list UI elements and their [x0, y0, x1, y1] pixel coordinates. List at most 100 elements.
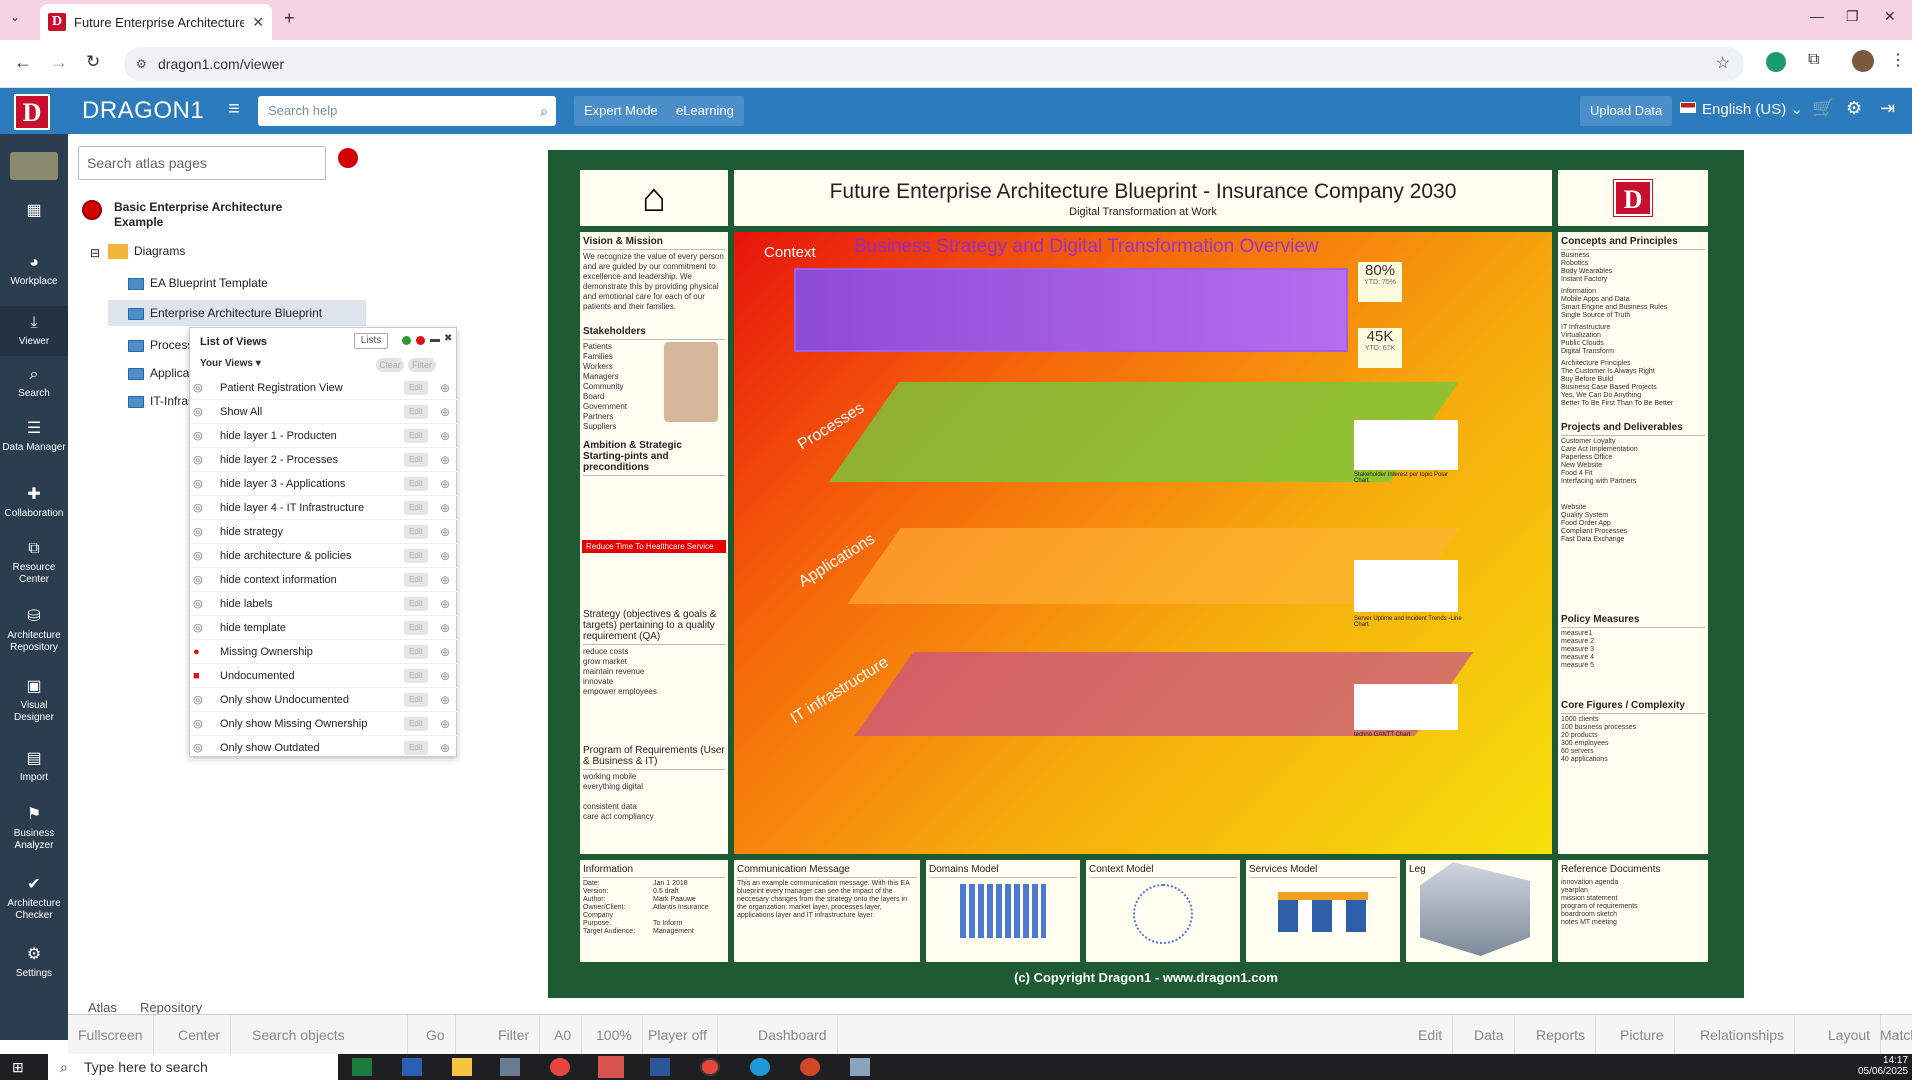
paper-size-a0-button[interactable]: A0: [544, 1015, 583, 1055]
kpi-card-2[interactable]: 45K YTD: 67K: [1358, 328, 1402, 368]
services-model-cell[interactable]: Services Model: [1246, 860, 1400, 962]
close-window-icon[interactable]: ✕: [1884, 8, 1896, 25]
language-select[interactable]: English (US) ⌄: [1702, 100, 1803, 118]
polar-chart[interactable]: [1354, 420, 1458, 470]
browser-menu-icon[interactable]: ⋮: [1890, 50, 1906, 70]
sidebar-item-viewer[interactable]: ⤓ Viewer: [0, 306, 68, 356]
view-row[interactable]: ◎ hide architecture & policies Edit ⊕: [190, 544, 458, 568]
atlas-search-input[interactable]: Search atlas pages: [78, 146, 326, 180]
view-row[interactable]: ◎ hide context information Edit ⊕: [190, 568, 458, 592]
view-label[interactable]: Undocumented: [220, 664, 295, 688]
legend-cell[interactable]: Leg: [1406, 860, 1552, 962]
edit-view-button[interactable]: Edit: [404, 501, 428, 515]
sidebar-item-workplace[interactable]: ▦: [0, 202, 68, 224]
view-label[interactable]: Only show Outdated: [220, 736, 320, 760]
add-view-icon[interactable]: ⊕: [440, 640, 450, 664]
close-panel-icon[interactable]: ✖: [444, 333, 452, 344]
add-view-icon[interactable]: ⊕: [440, 688, 450, 712]
line-chart[interactable]: [1354, 560, 1458, 612]
add-view-icon[interactable]: ⊕: [440, 568, 450, 592]
view-row[interactable]: ◎ Only show Outdated Edit ⊕: [190, 736, 458, 760]
fullscreen-button[interactable]: Fullscreen: [68, 1015, 154, 1055]
center-button[interactable]: Center: [168, 1015, 232, 1055]
chrome-icon[interactable]: [550, 1058, 570, 1076]
clock[interactable]: 14:17 05/06/2025: [1858, 1055, 1908, 1077]
edit-view-button[interactable]: Edit: [404, 453, 428, 467]
edit-view-button[interactable]: Edit: [404, 621, 428, 635]
domains-model-cell[interactable]: Domains Model: [926, 860, 1080, 962]
add-view-icon[interactable]: ⊕: [440, 472, 450, 496]
clear-button[interactable]: Clear: [376, 358, 404, 372]
dashboard-button[interactable]: Dashboard: [748, 1015, 838, 1055]
eye-hidden-icon[interactable]: ◎: [193, 400, 203, 424]
view-row[interactable]: ◎ hide labels Edit ⊕: [190, 592, 458, 616]
view-row[interactable]: ■ Undocumented Edit ⊕: [190, 664, 458, 688]
hamburger-menu-icon[interactable]: ≡: [228, 98, 240, 121]
sidebar-item-data-manager[interactable]: ☰ Data Manager: [0, 420, 68, 454]
view-label[interactable]: hide layer 3 - Applications: [220, 472, 345, 496]
player-off-button[interactable]: Player off: [638, 1015, 718, 1055]
eye-hidden-icon[interactable]: ◎: [193, 424, 203, 448]
word-icon[interactable]: [650, 1058, 670, 1076]
view-label[interactable]: hide template: [220, 616, 286, 640]
folder-diagrams[interactable]: Diagrams: [108, 244, 185, 260]
eye-hidden-icon[interactable]: ◎: [193, 592, 203, 616]
add-view-icon[interactable]: ⊕: [440, 544, 450, 568]
help-search-input[interactable]: Search help ⌕: [258, 96, 556, 126]
view-label[interactable]: Missing Ownership: [220, 640, 313, 664]
minimize-panel-icon[interactable]: ▬: [430, 334, 440, 345]
file-explorer-icon[interactable]: [452, 1058, 472, 1076]
relationships-button[interactable]: Relationships: [1690, 1015, 1796, 1055]
add-view-icon[interactable]: ⊕: [440, 712, 450, 736]
edit-view-button[interactable]: Edit: [404, 645, 428, 659]
view-row[interactable]: ◎ hide layer 1 - Producten Edit ⊕: [190, 424, 458, 448]
sidebar-item-resource-center[interactable]: ⧉ Resource Center: [0, 540, 68, 586]
app-icon[interactable]: [402, 1058, 422, 1076]
data-button[interactable]: Data: [1464, 1015, 1515, 1055]
forward-icon[interactable]: →: [50, 52, 68, 73]
view-label[interactable]: hide layer 4 - IT Infrastructure: [220, 496, 364, 520]
eye-hidden-icon[interactable]: ◎: [193, 544, 203, 568]
edit-view-button[interactable]: Edit: [404, 693, 428, 707]
add-view-icon[interactable]: ⊕: [440, 616, 450, 640]
sidebar-item-business-analyzer[interactable]: ⚑ Business Analyzer: [0, 806, 68, 852]
view-label[interactable]: hide strategy: [220, 520, 283, 544]
reload-icon[interactable]: ↻: [86, 52, 100, 72]
edit-view-button[interactable]: Edit: [404, 741, 428, 755]
view-row[interactable]: ◎ hide template Edit ⊕: [190, 616, 458, 640]
edit-view-button[interactable]: Edit: [404, 717, 428, 731]
eye-hidden-icon[interactable]: ◎: [193, 568, 203, 592]
edit-view-button[interactable]: Edit: [404, 381, 428, 395]
extensions-puzzle-icon[interactable]: ⧉: [1808, 51, 1819, 69]
view-label[interactable]: Only show Undocumented: [220, 688, 349, 712]
add-view-icon[interactable]: ⊕: [440, 736, 450, 760]
close-tab-icon[interactable]: ✕: [252, 14, 264, 31]
site-info-icon[interactable]: ⚙: [136, 47, 147, 81]
eye-hidden-icon[interactable]: ◎: [193, 736, 203, 760]
app-icon[interactable]: [850, 1058, 870, 1076]
ambition-bar[interactable]: Reduce Time To Healthcare Service: [582, 540, 726, 553]
eye-hidden-icon[interactable]: ◎: [193, 376, 203, 400]
tab-atlas[interactable]: Atlas: [88, 1000, 117, 1015]
zoom-level[interactable]: 100%: [586, 1015, 643, 1055]
view-label[interactable]: hide layer 2 - Processes: [220, 448, 338, 472]
lists-button[interactable]: Lists: [354, 333, 388, 349]
edit-view-button[interactable]: Edit: [404, 429, 428, 443]
home-icon[interactable]: ⌂: [580, 170, 728, 226]
tree-item-process[interactable]: Process: [128, 338, 193, 352]
add-view-icon[interactable]: ⊕: [440, 496, 450, 520]
chrome-active-icon[interactable]: [700, 1058, 720, 1076]
brand-name[interactable]: DRAGON1: [82, 97, 204, 125]
view-row[interactable]: ● Missing Ownership Edit ⊕: [190, 640, 458, 664]
sidebar-item-import[interactable]: ▤ Import: [0, 750, 68, 784]
context-diagram[interactable]: Context Business Strategy and Digital Tr…: [734, 232, 1552, 854]
market-layer[interactable]: [794, 268, 1348, 352]
blueprint-board[interactable]: ⌂ Future Enterprise Architecture Bluepri…: [548, 150, 1744, 998]
view-label[interactable]: Patient Registration View: [220, 376, 343, 400]
sidebar-item-workplace-label[interactable]: ◕ Workplace: [0, 254, 68, 288]
go-button[interactable]: Go: [416, 1015, 456, 1055]
filter-button[interactable]: Filter: [408, 358, 436, 372]
tree-item-it-infrastructure[interactable]: IT-Infras: [128, 394, 194, 408]
edit-view-button[interactable]: Edit: [404, 669, 428, 683]
eye-hidden-icon[interactable]: ◎: [193, 496, 203, 520]
